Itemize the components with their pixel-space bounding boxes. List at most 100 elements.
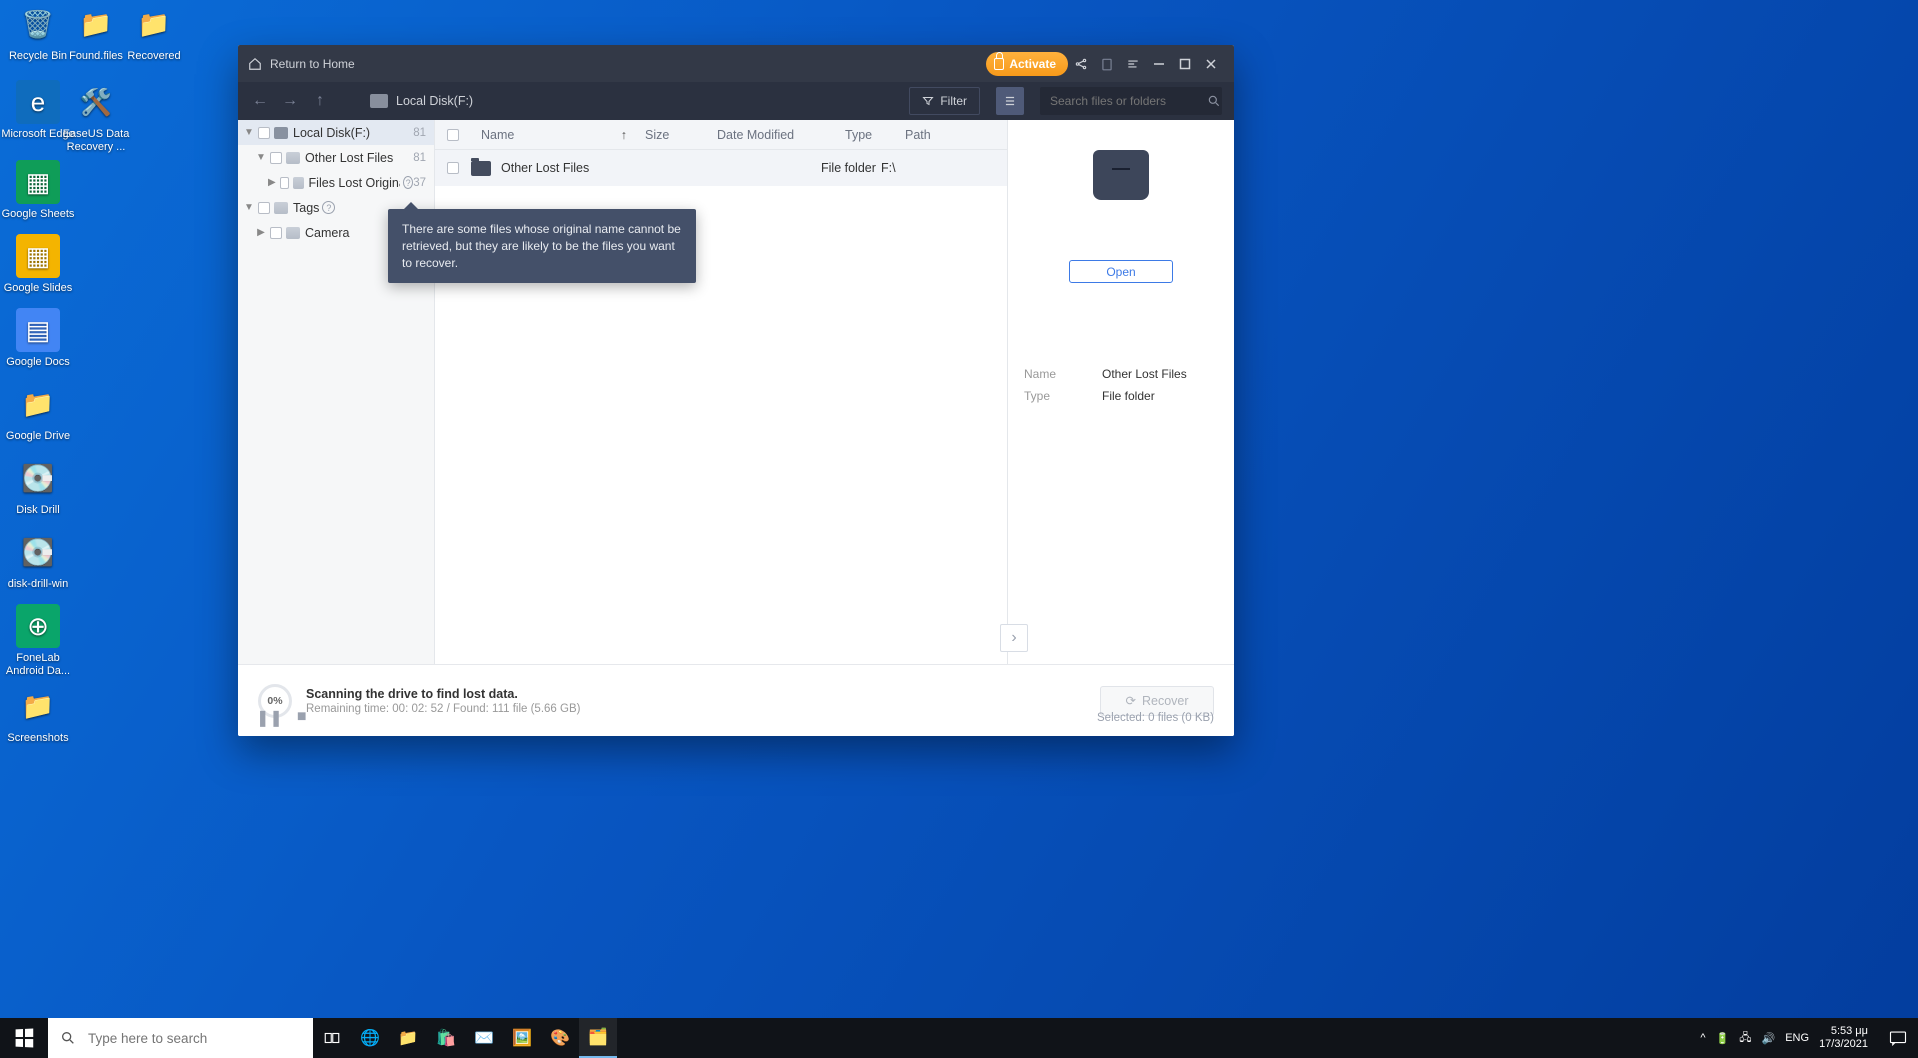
taskbar-app-explorer[interactable]: 📁 xyxy=(389,1018,427,1058)
help-icon[interactable]: ? xyxy=(403,176,413,189)
desktop-icon[interactable]: 📁Google Drive xyxy=(0,382,76,443)
task-view-button[interactable] xyxy=(313,1018,351,1058)
folder-icon xyxy=(471,161,491,176)
list-item[interactable]: Other Lost Files File folder F:\ xyxy=(435,150,1007,186)
select-all-checkbox[interactable] xyxy=(447,129,459,141)
col-path[interactable]: Path xyxy=(895,128,1007,142)
close-button[interactable] xyxy=(1198,51,1224,77)
titlebar: Return to Home Activate xyxy=(238,45,1234,82)
tray-volume-icon[interactable]: 🔊 xyxy=(1762,1032,1776,1045)
checkbox[interactable] xyxy=(447,162,459,174)
chevron-down-icon[interactable]: ▼ xyxy=(244,127,254,138)
desktop-icon[interactable]: 💽Disk Drill xyxy=(0,456,76,517)
checkbox[interactable] xyxy=(270,152,282,164)
taskbar-app-mail[interactable]: ✉️ xyxy=(465,1018,503,1058)
desktop-icon[interactable]: 📁Recovered xyxy=(116,2,192,63)
nav-back-button[interactable]: ← xyxy=(250,91,270,111)
recover-icon: ⟳ xyxy=(1125,693,1135,708)
start-button[interactable] xyxy=(0,1018,48,1058)
search-field[interactable] xyxy=(1048,93,1207,109)
taskbar-search[interactable] xyxy=(48,1018,313,1058)
col-date[interactable]: Date Modified xyxy=(707,128,835,142)
checkbox[interactable] xyxy=(280,177,289,189)
tree-count: 37 xyxy=(413,177,426,189)
search-input[interactable] xyxy=(1040,87,1222,115)
taskbar-search-input[interactable] xyxy=(86,1030,301,1047)
minimize-button[interactable] xyxy=(1146,51,1172,77)
return-home-button[interactable]: Return to Home xyxy=(248,57,355,71)
desktop-icon[interactable]: 🛠️EaseUS Data Recovery ... xyxy=(58,80,134,153)
chevron-down-icon[interactable]: ▼ xyxy=(244,202,254,213)
clock-date: 17/3/2021 xyxy=(1819,1038,1868,1051)
maximize-button[interactable] xyxy=(1172,51,1198,77)
scan-status: Scanning the drive to find lost data. Re… xyxy=(306,687,580,715)
open-button[interactable]: Open xyxy=(1069,260,1173,283)
column-headers: Name ↑ Size Date Modified Type Path xyxy=(435,120,1007,150)
tray-network-icon[interactable]: 🖧 xyxy=(1739,1029,1751,1048)
action-center-button[interactable] xyxy=(1878,1030,1918,1046)
desktop-icon[interactable]: 📁Screenshots xyxy=(0,684,76,745)
cell-path: F:\ xyxy=(881,161,1007,175)
col-size[interactable]: Size xyxy=(635,128,707,142)
activate-label: Activate xyxy=(1009,57,1056,71)
file-list: Name ↑ Size Date Modified Type Path Othe… xyxy=(434,120,1008,664)
tray-power-icon[interactable]: 🔋 xyxy=(1716,1032,1730,1045)
windows-icon xyxy=(16,1029,34,1048)
desktop-icon[interactable]: ⊕FoneLab Android Da... xyxy=(0,604,76,677)
tray-chevron-icon[interactable]: ^ xyxy=(1700,1032,1705,1044)
activate-button[interactable]: Activate xyxy=(986,52,1068,76)
tray-language[interactable]: ENG xyxy=(1785,1032,1809,1044)
desktop-icon[interactable]: ▦Google Sheets xyxy=(0,160,76,221)
search-icon xyxy=(1207,94,1221,108)
taskbar-app-store[interactable]: 🛍️ xyxy=(427,1018,465,1058)
cell-name: Other Lost Files xyxy=(501,161,821,175)
nav-forward-button[interactable]: → xyxy=(280,91,300,111)
taskbar-app-paint[interactable]: 🎨 xyxy=(541,1018,579,1058)
chevron-down-icon[interactable]: ▼ xyxy=(256,152,266,163)
return-home-label: Return to Home xyxy=(270,57,355,71)
stop-button[interactable]: ■ xyxy=(297,708,307,728)
col-name[interactable]: Name ↑ xyxy=(471,128,635,142)
tree-item-disk[interactable]: ▼ Local Disk(F:) 81 xyxy=(238,120,434,145)
chevron-right-icon[interactable]: ▶ xyxy=(256,227,266,238)
filter-button[interactable]: Filter xyxy=(909,87,980,115)
desktop-icon[interactable]: 💽disk-drill-win xyxy=(0,530,76,591)
checkbox[interactable] xyxy=(258,202,270,214)
folder-icon xyxy=(274,202,288,214)
nav-up-button[interactable]: ↑ xyxy=(310,91,330,111)
tray-clock[interactable]: 5:53 μμ 17/3/2021 xyxy=(1819,1025,1868,1050)
folder-icon xyxy=(286,152,300,164)
col-type[interactable]: Type xyxy=(835,128,895,142)
view-toggle-button[interactable] xyxy=(996,87,1024,115)
tree-item-files-lost-original[interactable]: ▶ Files Lost Original N... ? 37 xyxy=(238,170,434,195)
help-icon[interactable]: ? xyxy=(322,201,335,214)
breadcrumb-label: Local Disk(F:) xyxy=(396,94,473,108)
menu-icon[interactable] xyxy=(1120,51,1146,77)
taskbar-app-photos[interactable]: 🖼️ xyxy=(503,1018,541,1058)
next-page-button[interactable]: › xyxy=(1000,624,1028,652)
checkbox[interactable] xyxy=(258,127,270,139)
tree-count: 81 xyxy=(413,152,426,164)
breadcrumb[interactable]: Local Disk(F:) xyxy=(370,94,473,108)
drive-icon xyxy=(1093,160,1149,200)
app-window: Return to Home Activate ← → ↑ Local Disk… xyxy=(238,45,1234,736)
share-icon[interactable] xyxy=(1068,51,1094,77)
taskbar: 🌐 📁 🛍️ ✉️ 🖼️ 🎨 🗂️ ^ 🔋 🖧 🔊 ENG 5:53 μμ 17… xyxy=(0,1018,1918,1058)
selection-count: Selected: 0 files (0 KB) xyxy=(1097,712,1214,724)
pause-button[interactable]: ❚❚ xyxy=(256,708,283,728)
checkbox[interactable] xyxy=(270,227,282,239)
app-body: ▼ Local Disk(F:) 81 ▼ Other Lost Files 8… xyxy=(238,120,1234,664)
history-icon[interactable] xyxy=(1094,51,1120,77)
tree-label: Tags xyxy=(293,201,319,215)
chevron-right-icon[interactable]: ▶ xyxy=(268,177,276,188)
filter-icon xyxy=(922,95,934,107)
taskbar-app-edge[interactable]: 🌐 xyxy=(351,1018,389,1058)
taskbar-app-easeus[interactable]: 🗂️ xyxy=(579,1018,617,1058)
footer: 0% Scanning the drive to find lost data.… xyxy=(238,664,1234,736)
recover-button[interactable]: ⟳ Recover xyxy=(1100,686,1214,716)
clock-time: 5:53 μμ xyxy=(1819,1025,1868,1038)
scan-subtitle: Remaining time: 00: 02: 52 / Found: 111 … xyxy=(306,703,580,715)
desktop-icon[interactable]: ▤Google Docs xyxy=(0,308,76,369)
tree-item-other-lost[interactable]: ▼ Other Lost Files 81 xyxy=(238,145,434,170)
desktop-icon[interactable]: ▦Google Slides xyxy=(0,234,76,295)
